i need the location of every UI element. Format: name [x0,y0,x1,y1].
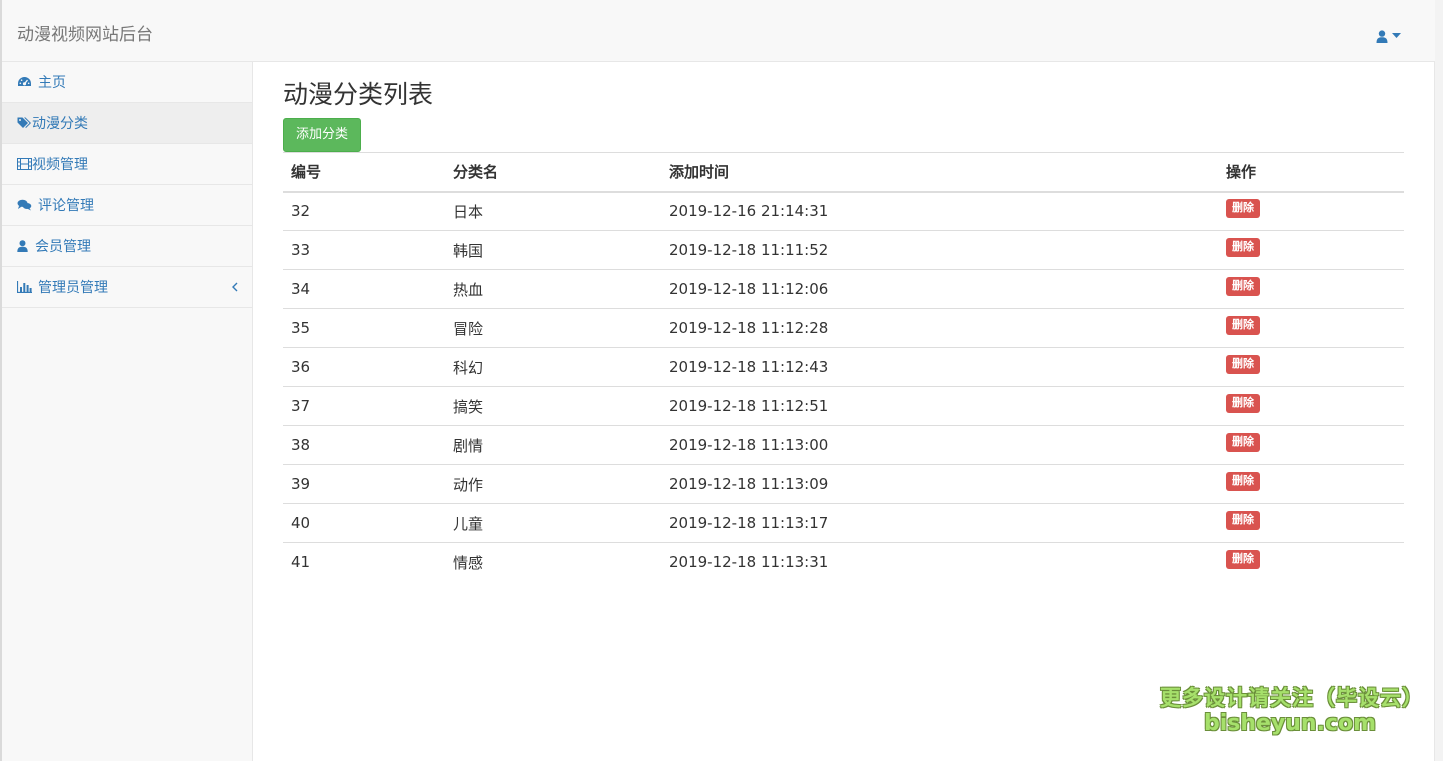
delete-button[interactable]: 删除 [1226,471,1260,491]
add-category-button[interactable]: 添加分类 [283,118,362,152]
cell-name: 剧情 [445,425,661,465]
column-header-time: 添加时间 [661,152,1218,193]
cell-id: 32 [283,191,445,231]
window-gutter [1435,0,1443,761]
user-icon [1376,29,1388,43]
sidebar-item-label: 视频管理 [32,157,88,173]
sidebar-item-home[interactable]: 主页 [2,62,252,103]
sidebar: 主页 动漫分类 视频管理 评论管理 会员管理 管理员管理 [2,62,253,761]
table-body: 32 日本 2019-12-16 21:14:31 删除 33 韩国 2019-12-18 … [283,191,1404,582]
sidebar-item-videos[interactable]: 视频管理 [2,144,252,185]
sidebar-item-admins[interactable]: 管理员管理 [2,267,252,308]
cell-name: 情感 [445,542,661,582]
cell-name: 科幻 [445,347,661,387]
cell-id: 40 [283,503,445,543]
cell-id: 41 [283,542,445,582]
cell-id: 35 [283,308,445,348]
delete-button[interactable]: 删除 [1226,549,1260,569]
sidebar-item-label: 管理员管理 [38,280,108,296]
watermark-line1: 更多设计请关注（毕设云） [1160,686,1424,710]
sidebar-item-label: 动漫分类 [32,116,88,132]
cell-name: 儿童 [445,503,661,543]
table-row: 40 儿童 2019-12-18 11:13:17 删除 [283,503,1404,543]
cell-name: 韩国 [445,230,661,270]
cell-id: 38 [283,425,445,465]
bar-chart-icon [17,280,35,294]
cell-actions: 删除 [1218,503,1404,543]
delete-button[interactable]: 删除 [1226,510,1260,530]
table-row: 41 情感 2019-12-18 11:13:31 删除 [283,542,1404,582]
cell-time: 2019-12-18 11:12:06 [661,269,1218,309]
user-dropdown[interactable] [1376,27,1401,45]
cell-id: 33 [283,230,445,270]
top-navbar: 动漫视频网站后台 [0,0,1435,62]
table-row: 36 科幻 2019-12-18 11:12:43 删除 [283,347,1404,387]
film-icon [17,157,32,171]
cell-name: 冒险 [445,308,661,348]
cell-time: 2019-12-18 11:12:51 [661,386,1218,426]
comments-icon [17,198,35,212]
cell-actions: 删除 [1218,269,1404,309]
delete-button[interactable]: 删除 [1226,315,1260,335]
cell-time: 2019-12-18 11:11:52 [661,230,1218,270]
table-row: 37 搞笑 2019-12-18 11:12:51 删除 [283,386,1404,426]
user-icon [17,239,32,253]
table-header-row: 编号 分类名 添加时间 操作 [283,152,1404,193]
delete-button[interactable]: 删除 [1226,354,1260,374]
cell-time: 2019-12-18 11:12:43 [661,347,1218,387]
table-row: 34 热血 2019-12-18 11:12:06 删除 [283,269,1404,309]
cell-time: 2019-12-16 21:14:31 [661,191,1218,231]
page-title: 动漫分类列表 [283,80,434,109]
cell-time: 2019-12-18 11:13:00 [661,425,1218,465]
chevron-left-icon [232,280,238,296]
column-header-actions: 操作 [1218,152,1404,193]
dashboard-icon [17,75,35,89]
watermark: 更多设计请关注（毕设云） bisheyun.com [1160,684,1424,736]
cell-actions: 删除 [1218,425,1404,465]
sidebar-item-label: 会员管理 [35,239,91,255]
table-row: 38 剧情 2019-12-18 11:13:00 删除 [283,425,1404,465]
watermark-line2: bisheyun.com [1203,711,1377,736]
column-header-id: 编号 [283,152,445,193]
table-row: 32 日本 2019-12-16 21:14:31 删除 [283,191,1404,231]
cell-actions: 删除 [1218,191,1404,231]
table-row: 33 韩国 2019-12-18 11:11:52 删除 [283,230,1404,270]
delete-button[interactable]: 删除 [1226,237,1260,257]
cell-actions: 删除 [1218,542,1404,582]
cell-actions: 删除 [1218,386,1404,426]
cell-actions: 删除 [1218,308,1404,348]
cell-actions: 删除 [1218,464,1404,504]
cell-id: 34 [283,269,445,309]
cell-time: 2019-12-18 11:13:09 [661,464,1218,504]
cell-id: 39 [283,464,445,504]
cell-name: 日本 [445,191,661,231]
table-row: 39 动作 2019-12-18 11:13:09 删除 [283,464,1404,504]
sidebar-item-label: 主页 [38,75,66,91]
sidebar-item-comments[interactable]: 评论管理 [2,185,252,226]
caret-down-icon [1392,33,1401,39]
cell-actions: 删除 [1218,230,1404,270]
cell-name: 动作 [445,464,661,504]
sidebar-item-label: 评论管理 [38,198,94,214]
delete-button[interactable]: 删除 [1226,276,1260,296]
window-left-edge [0,0,2,761]
cell-actions: 删除 [1218,347,1404,387]
tags-icon [17,116,32,130]
cell-name: 搞笑 [445,386,661,426]
sidebar-item-categories[interactable]: 动漫分类 [2,103,252,144]
delete-button[interactable]: 删除 [1226,198,1260,218]
table-row: 35 冒险 2019-12-18 11:12:28 删除 [283,308,1404,348]
cell-id: 36 [283,347,445,387]
column-header-name: 分类名 [445,152,661,193]
cell-id: 37 [283,386,445,426]
cell-time: 2019-12-18 11:12:28 [661,308,1218,348]
cell-time: 2019-12-18 11:13:17 [661,503,1218,543]
category-table: 编号 分类名 添加时间 操作 32 日本 2019-12-16 21:14:31 删除… [283,152,1404,582]
sidebar-item-members[interactable]: 会员管理 [2,226,252,267]
delete-button[interactable]: 删除 [1226,393,1260,413]
cell-time: 2019-12-18 11:13:31 [661,542,1218,582]
cell-name: 热血 [445,269,661,309]
delete-button[interactable]: 删除 [1226,432,1260,452]
brand-title[interactable]: 动漫视频网站后台 [17,24,153,46]
